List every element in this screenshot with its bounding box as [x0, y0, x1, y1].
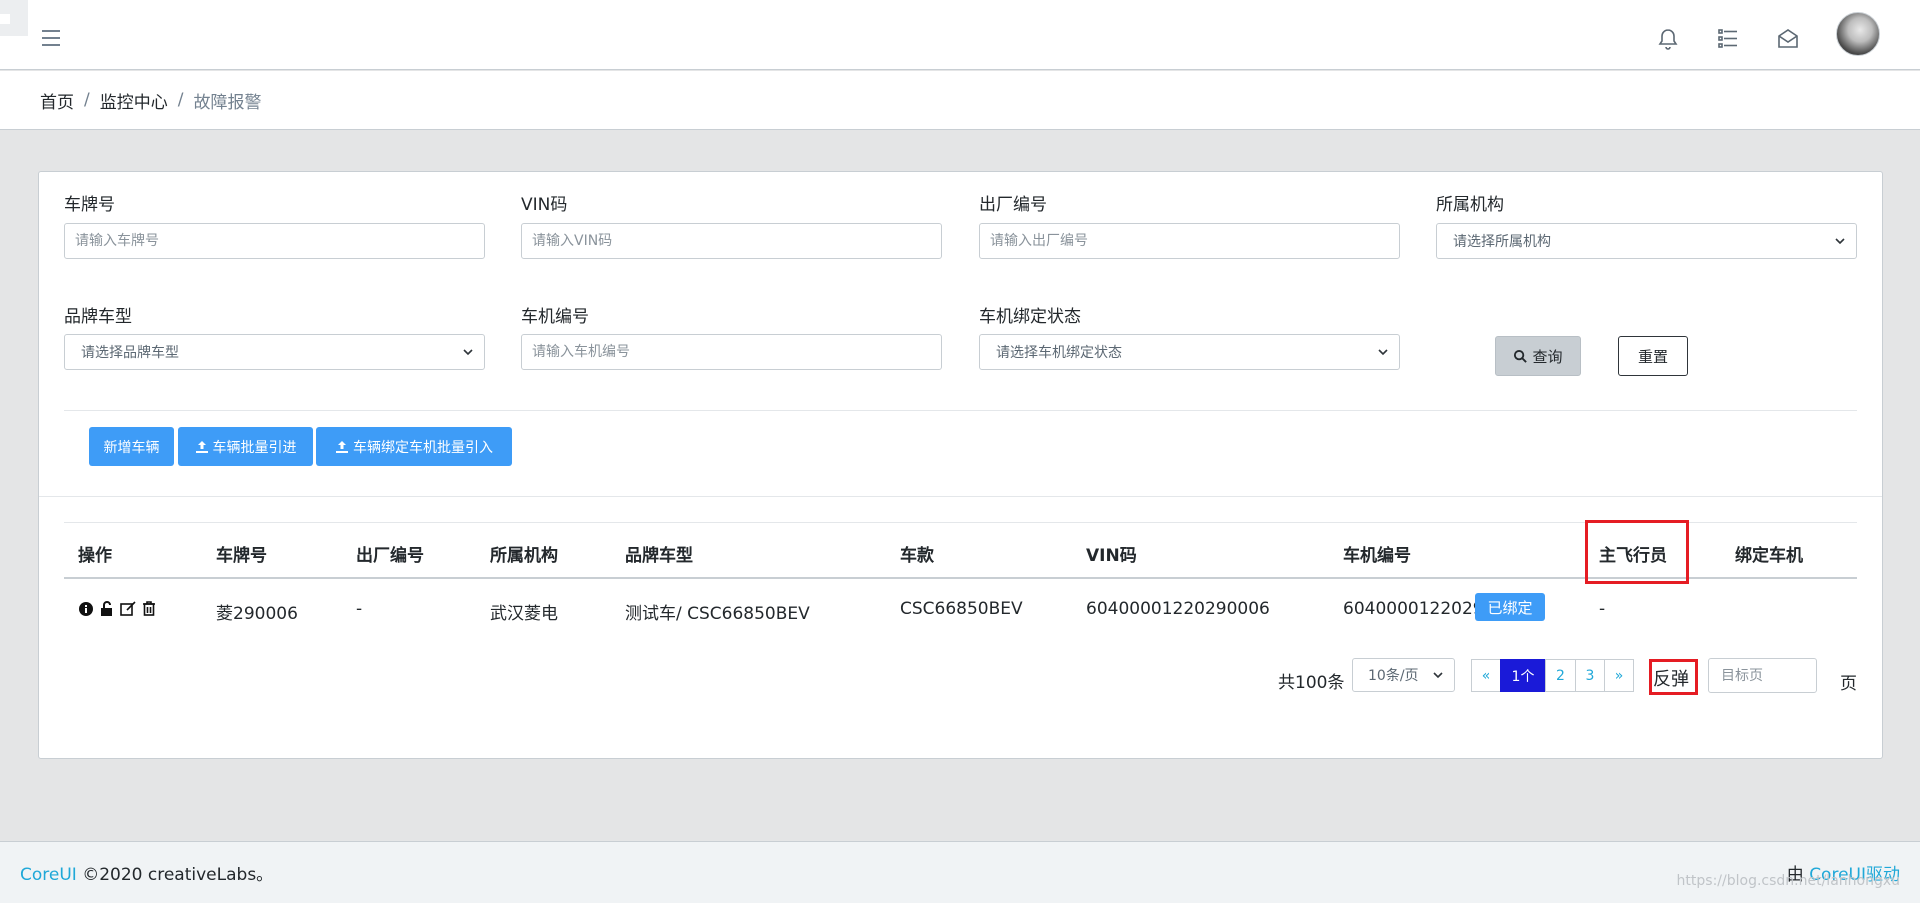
- header-icons: [1656, 12, 1880, 56]
- cell-org: 武汉菱电: [490, 604, 558, 624]
- vehicle-card: 车牌号 VIN码 出厂编号 所属机构 请选择所属机构 品牌车型 请选择品牌车型 …: [38, 171, 1883, 759]
- divider: [39, 496, 1882, 497]
- bind-import-button[interactable]: 车辆绑定车机批量引入: [316, 427, 512, 466]
- page-button[interactable]: 3: [1575, 659, 1605, 692]
- col-style: 车款: [900, 546, 934, 566]
- col-device-no: 车机编号: [1343, 546, 1411, 566]
- envelope-icon[interactable]: [1776, 27, 1800, 51]
- batch-import-button-label: 车辆批量引进: [212, 439, 297, 456]
- cell-style: CSC66850BEV: [900, 599, 1023, 619]
- col-org: 所属机构: [490, 546, 558, 566]
- corner-widget: [0, 0, 28, 36]
- table-header: 操作 车牌号 出厂编号 所属机构 品牌车型 车款 VIN码 车机编号 主飞行员 …: [64, 520, 1857, 584]
- edit-icon[interactable]: [120, 599, 136, 617]
- table-row: 菱290006 - 武汉菱电 测试车/ CSC66850BEV CSC66850…: [64, 579, 1857, 639]
- upload-icon: [195, 440, 208, 453]
- highlight-box: [1585, 520, 1689, 584]
- bell-icon[interactable]: [1656, 27, 1680, 51]
- breadcrumb-current: 故障报警: [193, 92, 262, 113]
- pagination: « 1个 2 3 »: [1471, 659, 1634, 692]
- breadcrumb-separator: /: [84, 90, 90, 110]
- page-suffix: 页: [1840, 674, 1857, 694]
- col-vin: VIN码: [1086, 546, 1137, 566]
- factory-no-label: 出厂编号: [979, 195, 1047, 215]
- factory-no-input[interactable]: [979, 223, 1400, 259]
- model-select-value: 请选择品牌车型: [81, 345, 179, 361]
- status-badge[interactable]: 已绑定: [1475, 593, 1545, 621]
- model-label: 品牌车型: [64, 307, 132, 327]
- device-no-label: 车机编号: [521, 307, 589, 327]
- batch-import-button[interactable]: 车辆批量引进: [178, 427, 313, 466]
- vehicle-table: 操作 车牌号 出厂编号 所属机构 品牌车型 车款 VIN码 车机编号 主飞行员 …: [64, 520, 1857, 639]
- prev-page-button[interactable]: «: [1471, 659, 1501, 692]
- col-plate: 车牌号: [216, 546, 267, 566]
- cell-pilot: -: [1599, 599, 1606, 619]
- add-vehicle-button[interactable]: 新增车辆: [89, 427, 174, 466]
- unlock-icon[interactable]: [99, 599, 115, 617]
- trash-icon[interactable]: [141, 599, 157, 617]
- app-header: [0, 0, 1920, 70]
- chevron-down-icon: [1433, 672, 1443, 679]
- total-count: 共100条: [1278, 673, 1345, 693]
- footer-left: CoreUI ©2020 creativeLabs。: [20, 860, 273, 885]
- bind-import-button-label: 车辆绑定车机批量引入: [353, 439, 493, 456]
- bind-status-select[interactable]: 请选择车机绑定状态: [979, 334, 1400, 370]
- add-vehicle-button-label: 新增车辆: [103, 439, 160, 456]
- list-icon[interactable]: [1716, 27, 1740, 51]
- bind-status-select-value: 请选择车机绑定状态: [996, 345, 1122, 361]
- device-no-input[interactable]: [521, 334, 942, 370]
- cell-plate: 菱290006: [216, 604, 298, 624]
- model-select[interactable]: 请选择品牌车型: [64, 334, 485, 370]
- cell-model: 测试车/ CSC66850BEV: [625, 604, 810, 624]
- org-select-value: 请选择所属机构: [1453, 234, 1551, 250]
- org-label: 所属机构: [1436, 195, 1504, 215]
- avatar[interactable]: [1836, 12, 1880, 56]
- app-footer: CoreUI ©2020 creativeLabs。 由 CoreUI驱动: [0, 841, 1920, 903]
- col-factory-no: 出厂编号: [356, 546, 424, 566]
- plate-label: 车牌号: [64, 195, 115, 215]
- breadcrumb-home[interactable]: 首页: [40, 88, 74, 113]
- chevron-down-icon: [1378, 349, 1388, 356]
- divider: [64, 410, 1857, 411]
- page-size-select[interactable]: 10条/页: [1352, 658, 1455, 692]
- plate-input[interactable]: [64, 223, 485, 259]
- row-actions: [78, 599, 162, 617]
- query-button[interactable]: 查询: [1495, 336, 1581, 376]
- col-ops: 操作: [78, 546, 112, 566]
- vin-input[interactable]: [521, 223, 942, 259]
- search-icon: [1514, 349, 1528, 363]
- cell-factory-no: -: [356, 599, 363, 619]
- page-size-value: 10条/页: [1368, 668, 1419, 684]
- info-icon[interactable]: [78, 599, 94, 617]
- reset-button-label: 重置: [1637, 347, 1668, 366]
- chevron-down-icon: [1835, 238, 1845, 245]
- col-model: 品牌车型: [625, 546, 693, 566]
- query-button-label: 查询: [1532, 347, 1563, 366]
- upload-icon: [336, 440, 348, 453]
- goto-page-input[interactable]: [1708, 658, 1817, 693]
- breadcrumb-monitor[interactable]: 监控中心: [100, 88, 168, 113]
- footer-brand-link[interactable]: CoreUI: [20, 865, 77, 885]
- page-button[interactable]: 2: [1545, 659, 1576, 692]
- bind-status-label: 车机绑定状态: [979, 307, 1081, 327]
- chevron-down-icon: [463, 349, 473, 356]
- vin-label: VIN码: [521, 195, 568, 215]
- breadcrumb-separator: /: [177, 90, 184, 110]
- watermark: https://blog.csdn.net/lanhongxu: [1676, 873, 1900, 889]
- footer-copyright: ©2020 creativeLabs。: [82, 865, 274, 885]
- col-bind: 绑定车机: [1735, 546, 1803, 566]
- next-page-button[interactable]: »: [1604, 659, 1634, 692]
- breadcrumb: 首页 / 监控中心 / 故障报警: [0, 71, 1920, 130]
- page-button[interactable]: 1个: [1500, 659, 1546, 692]
- org-select[interactable]: 请选择所属机构: [1436, 223, 1857, 259]
- menu-icon[interactable]: [42, 30, 60, 46]
- reset-button[interactable]: 重置: [1618, 336, 1688, 376]
- cell-vin: 60400001220290006: [1086, 599, 1270, 619]
- highlight-box: [1649, 659, 1698, 695]
